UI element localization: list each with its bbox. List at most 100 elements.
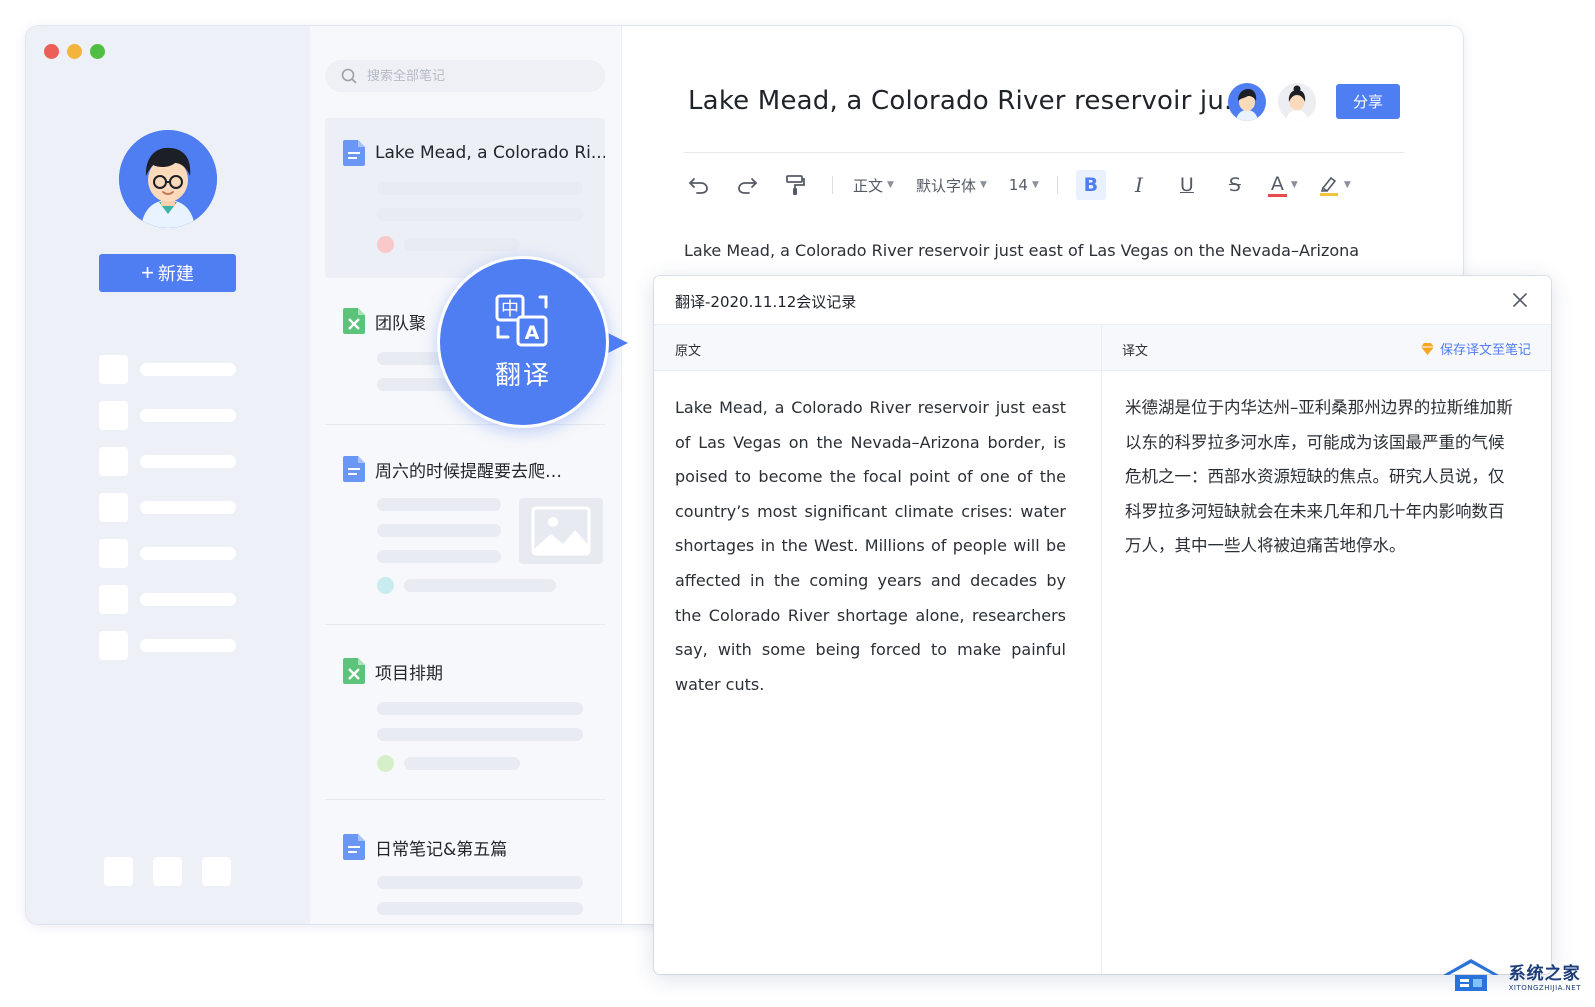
underline-button[interactable]: U xyxy=(1172,170,1202,200)
sidebar-item[interactable] xyxy=(99,622,236,668)
format-painter-button[interactable] xyxy=(780,170,810,200)
highlighter-icon xyxy=(1319,176,1338,196)
search-input[interactable] xyxy=(367,68,587,84)
undo-icon xyxy=(689,178,708,194)
undo-button[interactable] xyxy=(684,170,714,200)
bold-button[interactable]: B xyxy=(1075,170,1106,200)
sidebar: + 新建 xyxy=(26,26,310,924)
sidebar-item[interactable] xyxy=(99,438,236,484)
share-button[interactable]: 分享 xyxy=(1336,84,1400,119)
paragraph-style-value: 正文 xyxy=(853,176,884,195)
new-note-label: 新建 xyxy=(157,264,194,284)
note-divider xyxy=(325,799,605,800)
document-body[interactable]: Lake Mead, a Colorado River reservoir ju… xyxy=(684,236,1402,266)
watermark: 系统之家 XITONGZHIJIA.NET xyxy=(1441,957,1581,993)
format-painter-icon xyxy=(786,175,805,195)
note-item[interactable]: 日常笔记&第五篇 xyxy=(325,834,605,924)
format-toolbar: 正文 ▼ 默认字体 ▼ 14 ▼ B I U S A ▼ ▼ xyxy=(684,170,1351,200)
note-tag-dot xyxy=(377,577,394,594)
watermark-cn: 系统之家 xyxy=(1508,963,1581,984)
sidebar-item[interactable] xyxy=(99,530,236,576)
sidebar-item-placeholder xyxy=(140,362,236,376)
note-preview-line xyxy=(377,524,501,537)
font-size-dropdown[interactable]: 14 ▼ xyxy=(1009,170,1039,200)
note-preview-line xyxy=(377,702,583,715)
collaborator-avatar[interactable] xyxy=(1228,83,1266,121)
original-header-label: 原文 xyxy=(675,344,702,359)
translate-label: 翻译 xyxy=(494,360,551,391)
sidebar-item-placeholder xyxy=(140,546,236,560)
toolbar-separator xyxy=(832,176,833,194)
redo-button[interactable] xyxy=(732,170,762,200)
chevron-down-icon: ▼ xyxy=(979,180,987,190)
search-box[interactable] xyxy=(325,60,605,92)
sidebar-item-icon xyxy=(99,538,128,568)
search-icon xyxy=(341,68,357,84)
maximize-window-button[interactable] xyxy=(90,44,105,59)
font-color-icon: A xyxy=(1267,174,1287,197)
toolbar-separator xyxy=(1056,176,1058,194)
translate-icon: 中 A xyxy=(495,294,548,346)
new-note-button[interactable]: + 新建 xyxy=(99,254,236,292)
window-controls xyxy=(44,44,105,59)
footer-button[interactable] xyxy=(202,857,231,886)
document-title[interactable]: Lake Mead, a Colorado River reservoir ju… xyxy=(688,86,1249,116)
note-title: Lake Mead, a Colorado Ri... xyxy=(375,143,605,163)
note-list: Lake Mead, a Colorado Ri... 团队聚 xyxy=(310,26,622,924)
note-item[interactable]: 项目排期 xyxy=(325,658,605,798)
chevron-down-icon: ▼ xyxy=(1290,180,1298,190)
note-preview-line xyxy=(377,550,501,563)
translate-button[interactable]: 中 A 翻译 xyxy=(437,256,609,428)
save-translation-link[interactable]: 保存译文至笔记 xyxy=(1420,339,1531,358)
font-family-dropdown[interactable]: 默认字体 ▼ xyxy=(916,170,987,200)
svg-text:A: A xyxy=(525,322,540,344)
watermark-logo-icon xyxy=(1442,959,1499,991)
note-item[interactable]: Lake Mead, a Colorado Ri... xyxy=(325,118,605,278)
chevron-down-icon: ▼ xyxy=(887,180,894,190)
note-divider xyxy=(325,424,605,425)
note-meta-placeholder xyxy=(404,579,556,592)
highlight-button[interactable]: ▼ xyxy=(1318,170,1351,200)
note-title: 项目排期 xyxy=(375,663,443,684)
sidebar-item[interactable] xyxy=(99,576,236,622)
doc-icon xyxy=(343,456,365,482)
sidebar-item-icon xyxy=(99,354,128,384)
note-meta-placeholder xyxy=(404,238,520,251)
watermark-en: XITONGZHIJIA.NET xyxy=(1508,983,1581,992)
sidebar-item-placeholder xyxy=(140,638,236,652)
footer-button[interactable] xyxy=(104,857,133,886)
sidebar-item[interactable] xyxy=(99,392,236,438)
svg-text:中: 中 xyxy=(501,299,519,320)
footer-button[interactable] xyxy=(153,857,182,886)
collaborator-avatar[interactable] xyxy=(1278,83,1316,121)
sheet-icon xyxy=(343,308,365,334)
translated-column-header: 译文 保存译文至笔记 xyxy=(1102,325,1551,371)
note-item[interactable]: 周六的时候提醒要去爬… xyxy=(325,456,605,616)
note-tag-dot xyxy=(377,755,394,772)
note-divider xyxy=(325,624,605,625)
minimize-window-button[interactable] xyxy=(67,44,82,59)
note-tag-dot xyxy=(377,236,394,253)
sidebar-item-placeholder xyxy=(140,592,236,606)
sidebar-footer xyxy=(104,857,231,886)
font-size-value: 14 xyxy=(1008,176,1028,194)
doc-icon xyxy=(343,834,365,860)
note-meta-placeholder xyxy=(404,757,520,770)
image-thumbnail xyxy=(519,498,603,564)
paragraph-style-dropdown[interactable]: 正文 ▼ xyxy=(853,170,894,200)
sidebar-item-placeholder xyxy=(140,500,236,514)
sidebar-item[interactable] xyxy=(99,346,236,392)
sidebar-item[interactable] xyxy=(99,484,236,530)
user-avatar[interactable] xyxy=(119,130,217,228)
note-title: 周六的时候提醒要去爬… xyxy=(375,461,562,482)
close-icon[interactable] xyxy=(1511,291,1529,309)
font-color-button[interactable]: A ▼ xyxy=(1267,170,1298,200)
italic-button[interactable]: I xyxy=(1124,170,1154,200)
sidebar-item-placeholder xyxy=(140,408,236,422)
strikethrough-button[interactable]: S xyxy=(1220,170,1250,200)
original-column: Lake Mead, a Colorado River reservoir ju… xyxy=(654,371,1101,974)
original-text: Lake Mead, a Colorado River reservoir ju… xyxy=(675,398,1066,694)
sidebar-item-icon xyxy=(99,630,128,660)
chevron-down-icon: ▼ xyxy=(1343,180,1351,190)
close-window-button[interactable] xyxy=(44,44,59,59)
